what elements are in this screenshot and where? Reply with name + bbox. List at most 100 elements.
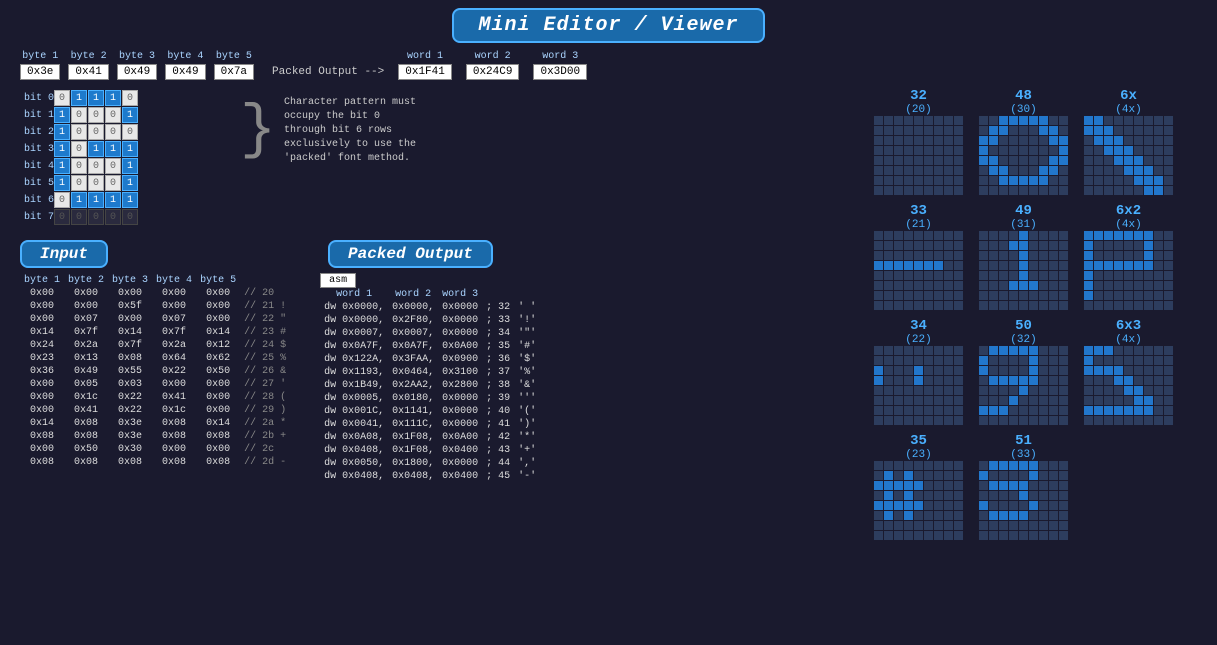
byte-label-4: byte 4 bbox=[167, 51, 203, 62]
bit-cell-0-3[interactable]: 1 bbox=[105, 90, 121, 106]
pixel-1-5 bbox=[1134, 241, 1143, 250]
pixel-5-8 bbox=[1164, 396, 1173, 405]
char-sub-51: (33) bbox=[1010, 449, 1036, 461]
byte-value-4[interactable]: 0x49 bbox=[165, 64, 205, 80]
bit-cell-2-4[interactable]: 0 bbox=[122, 124, 138, 140]
output-cell-12-1: 0x1800, bbox=[388, 457, 438, 470]
pixel-7-1 bbox=[989, 416, 998, 425]
pixel-2-0 bbox=[1084, 136, 1093, 145]
byte-value-2[interactable]: 0x41 bbox=[68, 64, 108, 80]
pixel-5-4 bbox=[1019, 511, 1028, 520]
bit-cell-2-2[interactable]: 0 bbox=[88, 124, 104, 140]
pixel-6-8 bbox=[1164, 406, 1173, 415]
bit-cell-2-1[interactable]: 0 bbox=[71, 124, 87, 140]
pixel-0-3 bbox=[904, 346, 913, 355]
bit-cell-3-2[interactable]: 1 bbox=[88, 141, 104, 157]
word-value-1[interactable]: 0x1F41 bbox=[398, 64, 452, 80]
output-cell-9-1: 0x111C, bbox=[388, 418, 438, 431]
pixel-5-4 bbox=[914, 166, 923, 175]
pixel-3-6 bbox=[1039, 376, 1048, 385]
pixel-7-6 bbox=[934, 186, 943, 195]
bit-cell-6-4[interactable]: 1 bbox=[122, 192, 138, 208]
output-cell-0-4: ' ' bbox=[514, 301, 540, 314]
pixel-1-7 bbox=[1049, 356, 1058, 365]
bit-cell-4-1[interactable]: 0 bbox=[71, 158, 87, 174]
bit-cell-6-0[interactable]: 0 bbox=[54, 192, 70, 208]
bit-cell-7-2[interactable]: 0 bbox=[88, 209, 104, 225]
pixel-6-6 bbox=[1144, 291, 1153, 300]
word-value-2[interactable]: 0x24C9 bbox=[466, 64, 520, 80]
bit-cell-6-1[interactable]: 1 bbox=[71, 192, 87, 208]
bit-cell-1-3[interactable]: 0 bbox=[105, 107, 121, 123]
bit-cell-4-3[interactable]: 0 bbox=[105, 158, 121, 174]
bit-cell-0-0[interactable]: 0 bbox=[54, 90, 70, 106]
bit-cell-5-2[interactable]: 0 bbox=[88, 175, 104, 191]
input-col-header-4: byte 5 bbox=[196, 274, 240, 287]
byte-value-3[interactable]: 0x49 bbox=[117, 64, 157, 80]
bit-cell-7-3[interactable]: 0 bbox=[105, 209, 121, 225]
pixel-4-8 bbox=[1059, 501, 1068, 510]
bit-cell-3-0[interactable]: 1 bbox=[54, 141, 70, 157]
pixel-3-8 bbox=[1059, 376, 1068, 385]
pixel-7-1 bbox=[884, 301, 893, 310]
pixel-7-5 bbox=[1134, 416, 1143, 425]
pixel-4-5 bbox=[924, 501, 933, 510]
pixel-1-5 bbox=[1029, 126, 1038, 135]
bit-cell-1-0[interactable]: 1 bbox=[54, 107, 70, 123]
byte-value-5[interactable]: 0x7a bbox=[214, 64, 254, 80]
pixel-7-0 bbox=[874, 531, 883, 540]
pixel-3-5 bbox=[924, 261, 933, 270]
bit-cell-2-0[interactable]: 1 bbox=[54, 124, 70, 140]
pixel-1-3 bbox=[1009, 241, 1018, 250]
word-value-3[interactable]: 0x3D00 bbox=[533, 64, 587, 80]
output-cell-8-4: '(' bbox=[514, 405, 540, 418]
bit-cell-7-4[interactable]: 0 bbox=[122, 209, 138, 225]
bit-cell-4-2[interactable]: 0 bbox=[88, 158, 104, 174]
input-section-label: Input bbox=[20, 240, 108, 268]
pixel-1-5 bbox=[924, 241, 933, 250]
pixel-5-6 bbox=[1039, 281, 1048, 290]
pixel-7-5 bbox=[1029, 416, 1038, 425]
pixel-1-8 bbox=[1059, 471, 1068, 480]
bit-cell-1-1[interactable]: 0 bbox=[71, 107, 87, 123]
bit-cell-7-0[interactable]: 0 bbox=[54, 209, 70, 225]
bit-cell-3-4[interactable]: 1 bbox=[122, 141, 138, 157]
pixel-6-7 bbox=[1154, 291, 1163, 300]
input-cell-11-4: 0x08 bbox=[196, 430, 240, 443]
asm-tab[interactable]: asm bbox=[320, 273, 356, 288]
pixel-0-1 bbox=[884, 231, 893, 240]
pixel-3-8 bbox=[1059, 491, 1068, 500]
bit-cell-3-1[interactable]: 0 bbox=[71, 141, 87, 157]
bit-cell-0-2[interactable]: 1 bbox=[88, 90, 104, 106]
pixel-1-7 bbox=[1049, 241, 1058, 250]
word-col-1: word 1 0x1F41 bbox=[398, 51, 452, 80]
pixel-3-5 bbox=[1029, 146, 1038, 155]
bit-cell-4-0[interactable]: 1 bbox=[54, 158, 70, 174]
bit-cell-6-2[interactable]: 1 bbox=[88, 192, 104, 208]
bit-cell-0-4[interactable]: 0 bbox=[122, 90, 138, 106]
pixel-6-8 bbox=[1059, 406, 1068, 415]
pixel-1-4 bbox=[1019, 471, 1028, 480]
bit-cell-5-3[interactable]: 0 bbox=[105, 175, 121, 191]
byte-value-1[interactable]: 0x3e bbox=[20, 64, 60, 80]
bit-cell-5-4[interactable]: 1 bbox=[122, 175, 138, 191]
bit-cell-0-1[interactable]: 1 bbox=[71, 90, 87, 106]
bit-cell-4-4[interactable]: 1 bbox=[122, 158, 138, 174]
bit-cell-7-1[interactable]: 0 bbox=[71, 209, 87, 225]
bit-cell-3-3[interactable]: 1 bbox=[105, 141, 121, 157]
pixel-5-8 bbox=[1059, 396, 1068, 405]
pixel-2-8 bbox=[954, 136, 963, 145]
pixel-0-3 bbox=[1009, 231, 1018, 240]
bit-cell-2-3[interactable]: 0 bbox=[105, 124, 121, 140]
output-cell-6-1: 0x2AA2, bbox=[388, 379, 438, 392]
bit-cell-6-3[interactable]: 1 bbox=[105, 192, 121, 208]
bit-cell-1-4[interactable]: 1 bbox=[122, 107, 138, 123]
bit-cell-5-1[interactable]: 0 bbox=[71, 175, 87, 191]
bit-cell-1-2[interactable]: 0 bbox=[88, 107, 104, 123]
input-col-header-3: byte 4 bbox=[152, 274, 196, 287]
pixel-4-1 bbox=[884, 386, 893, 395]
bit-cell-5-0[interactable]: 1 bbox=[54, 175, 70, 191]
pixel-1-7 bbox=[1049, 126, 1058, 135]
input-table-row: 0x000x410x220x1c0x00// 29 ) bbox=[20, 404, 290, 417]
pixel-7-4 bbox=[1019, 301, 1028, 310]
